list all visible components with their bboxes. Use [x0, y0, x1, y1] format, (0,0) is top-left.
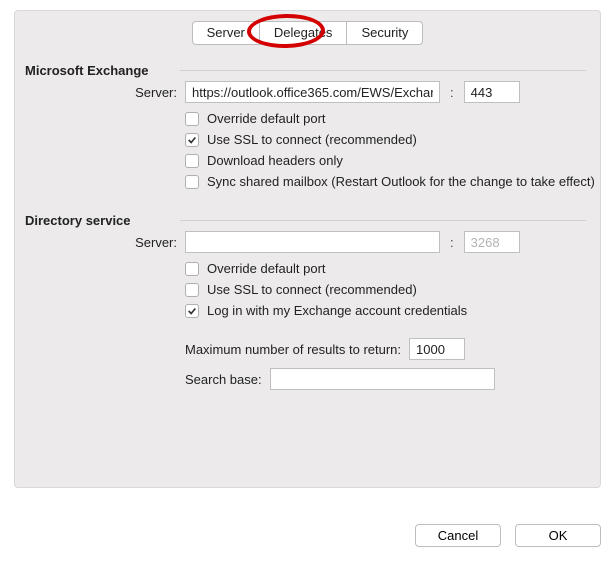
label-exchange-override: Override default port — [207, 111, 326, 126]
colon-separator-dir: : — [446, 235, 458, 250]
row-directory-login: Log in with my Exchange account credenti… — [185, 303, 600, 318]
divider-directory — [180, 220, 586, 221]
input-directory-server[interactable] — [185, 231, 440, 253]
label-exchange-ssl: Use SSL to connect (recommended) — [207, 132, 417, 147]
tab-server[interactable]: Server — [192, 21, 259, 45]
input-exchange-server[interactable] — [185, 81, 440, 103]
tab-bar: Server Delegates Security — [15, 21, 600, 45]
label-directory-login: Log in with my Exchange account credenti… — [207, 303, 467, 318]
row-directory-server: Server: : — [15, 231, 600, 253]
row-exchange-ssl: Use SSL to connect (recommended) — [185, 132, 600, 147]
input-exchange-port[interactable] — [464, 81, 520, 103]
row-exchange-sync: Sync shared mailbox (Restart Outlook for… — [185, 174, 600, 189]
section-directory: Directory service Server: : Override def… — [15, 209, 600, 390]
input-search-base[interactable] — [270, 368, 495, 390]
row-directory-override: Override default port — [185, 261, 600, 276]
label-search-base: Search base: — [185, 372, 262, 387]
cancel-button[interactable]: Cancel — [415, 524, 501, 547]
footer-buttons: Cancel OK — [415, 524, 601, 547]
preferences-panel: Server Delegates Security Microsoft Exch… — [14, 10, 601, 488]
tab-segmented-control: Server Delegates Security — [192, 21, 424, 45]
section-exchange: Microsoft Exchange Server: : Override de… — [15, 59, 600, 189]
checkbox-directory-login[interactable] — [185, 304, 199, 318]
label-exchange-server: Server: — [15, 85, 185, 100]
checkbox-exchange-headers[interactable] — [185, 154, 199, 168]
row-search-base: Search base: — [185, 368, 600, 390]
preferences-window: Server Delegates Security Microsoft Exch… — [0, 0, 615, 561]
label-directory-ssl: Use SSL to connect (recommended) — [207, 282, 417, 297]
checkbox-exchange-sync[interactable] — [185, 175, 199, 189]
row-exchange-override: Override default port — [185, 111, 600, 126]
row-exchange-server: Server: : — [15, 81, 600, 103]
checkbox-directory-ssl[interactable] — [185, 283, 199, 297]
checkbox-exchange-ssl[interactable] — [185, 133, 199, 147]
section-title-exchange: Microsoft Exchange — [25, 63, 149, 78]
divider-exchange — [180, 70, 586, 71]
row-max-results: Maximum number of results to return: — [185, 338, 600, 360]
input-max-results[interactable] — [409, 338, 465, 360]
ok-button[interactable]: OK — [515, 524, 601, 547]
section-title-directory: Directory service — [25, 213, 131, 228]
tab-delegates[interactable]: Delegates — [259, 21, 348, 45]
label-exchange-headers: Download headers only — [207, 153, 343, 168]
label-exchange-sync: Sync shared mailbox (Restart Outlook for… — [207, 174, 595, 189]
row-directory-ssl: Use SSL to connect (recommended) — [185, 282, 600, 297]
label-directory-server: Server: — [15, 235, 185, 250]
checkbox-exchange-override[interactable] — [185, 112, 199, 126]
row-exchange-headers: Download headers only — [185, 153, 600, 168]
tab-security[interactable]: Security — [347, 21, 423, 45]
input-directory-port[interactable] — [464, 231, 520, 253]
label-directory-override: Override default port — [207, 261, 326, 276]
colon-separator: : — [446, 85, 458, 100]
checkbox-directory-override[interactable] — [185, 262, 199, 276]
label-max-results: Maximum number of results to return: — [185, 342, 401, 357]
